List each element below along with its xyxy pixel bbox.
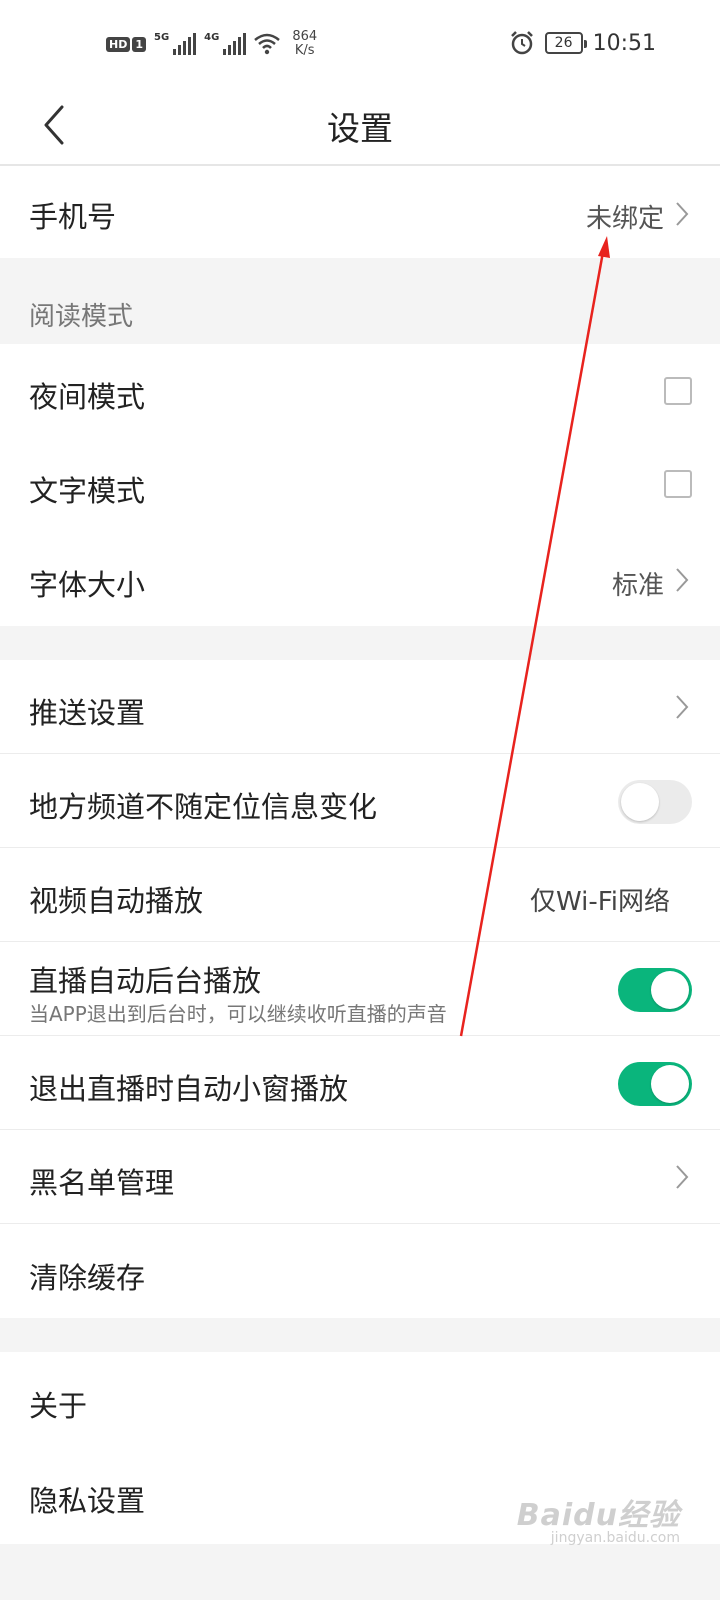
watermark-main: Baidu经验 xyxy=(516,1498,680,1533)
phone-number-label: 手机号 xyxy=(29,200,117,234)
alarm-icon xyxy=(510,31,533,55)
live-pip-toggle[interactable] xyxy=(618,1062,692,1106)
net-speed-unit: K/s xyxy=(294,43,315,58)
hd-volte-icon: HD 1 xyxy=(106,36,146,52)
night-mode-label: 夜间模式 xyxy=(29,380,146,414)
live-background-label: 直播自动后台播放 xyxy=(29,964,262,998)
live-background-row: 直播自动后台播放 当APP退出到后台时，可以继续收听直播的声音 xyxy=(0,942,720,1035)
chevron-right-icon xyxy=(676,1165,689,1189)
signal2-gen: 4G xyxy=(204,32,220,43)
live-background-toggle[interactable] xyxy=(618,968,692,1012)
status-right: 26 10:51 xyxy=(509,30,656,56)
live-background-subtitle: 当APP退出到后台时，可以继续收听直播的声音 xyxy=(29,1002,447,1026)
cellular-signal-5g-icon: 5G xyxy=(154,32,197,55)
night-mode-checkbox[interactable] xyxy=(664,377,692,405)
chevron-right-icon xyxy=(676,202,689,226)
video-autoplay-row[interactable]: 视频自动播放 仅Wi-Fi网络 xyxy=(0,848,720,941)
baidu-watermark: Baidu经验 jingyan.baidu.com xyxy=(517,1490,680,1546)
local-channel-toggle[interactable] xyxy=(618,780,692,824)
push-settings-row[interactable]: 推送设置 xyxy=(0,660,720,754)
chevron-right-icon xyxy=(676,695,689,719)
status-bar: HD 1 5G 4G 864 K/s 26 10:51 xyxy=(0,0,720,84)
signal1-gen: 5G xyxy=(154,32,170,43)
text-mode-label: 文字模式 xyxy=(29,474,146,508)
clear-cache-row[interactable]: 清除缓存 xyxy=(0,1224,720,1318)
battery-level: 26 xyxy=(554,35,573,51)
toggle-knob xyxy=(621,783,659,821)
local-channel-row: 地方频道不随定位信息变化 xyxy=(0,754,720,847)
text-mode-checkbox[interactable] xyxy=(664,470,692,498)
privacy-label: 隐私设置 xyxy=(29,1484,146,1518)
live-pip-row: 退出直播时自动小窗播放 xyxy=(0,1036,720,1129)
font-size-label: 字体大小 xyxy=(29,568,146,602)
reading-mode-header: 阅读模式 xyxy=(0,258,720,344)
push-settings-label: 推送设置 xyxy=(29,696,146,730)
video-autoplay-label: 视频自动播放 xyxy=(29,884,204,918)
clear-cache-label: 清除缓存 xyxy=(29,1261,146,1295)
reading-mode-header-label: 阅读模式 xyxy=(29,302,134,332)
wifi-icon xyxy=(254,33,281,55)
toggle-knob xyxy=(651,971,689,1009)
phone-number-row[interactable]: 手机号 未绑定 xyxy=(0,166,720,258)
net-speed-value: 864 xyxy=(292,29,318,44)
status-left: HD 1 5G 4G 864 K/s xyxy=(106,30,317,58)
video-autoplay-value: 仅Wi-Fi网络 xyxy=(529,887,670,917)
net-speed: 864 K/s xyxy=(292,30,317,58)
hd-label: HD xyxy=(106,36,131,52)
sim-label: 1 xyxy=(132,36,146,52)
cellular-signal-4g-icon: 4G xyxy=(204,32,247,55)
font-size-value: 标准 xyxy=(611,571,664,601)
live-pip-label: 退出直播时自动小窗播放 xyxy=(29,1072,349,1106)
font-size-row[interactable]: 字体大小 标准 xyxy=(0,532,720,626)
blacklist-row[interactable]: 黑名单管理 xyxy=(0,1130,720,1223)
text-mode-row[interactable]: 文字模式 xyxy=(0,438,720,532)
battery-icon: 26 xyxy=(544,32,587,54)
nav-bar: 设置 xyxy=(0,84,720,166)
page-title: 设置 xyxy=(327,109,393,148)
phone-number-value: 未绑定 xyxy=(585,204,664,234)
local-channel-label: 地方频道不随定位信息变化 xyxy=(29,790,378,824)
about-row[interactable]: 关于 xyxy=(0,1352,720,1448)
blacklist-label: 黑名单管理 xyxy=(29,1166,175,1200)
clock: 10:51 xyxy=(592,30,656,56)
chevron-right-icon xyxy=(676,568,689,592)
about-label: 关于 xyxy=(29,1389,88,1423)
night-mode-row[interactable]: 夜间模式 xyxy=(0,344,720,438)
toggle-knob xyxy=(651,1065,689,1103)
